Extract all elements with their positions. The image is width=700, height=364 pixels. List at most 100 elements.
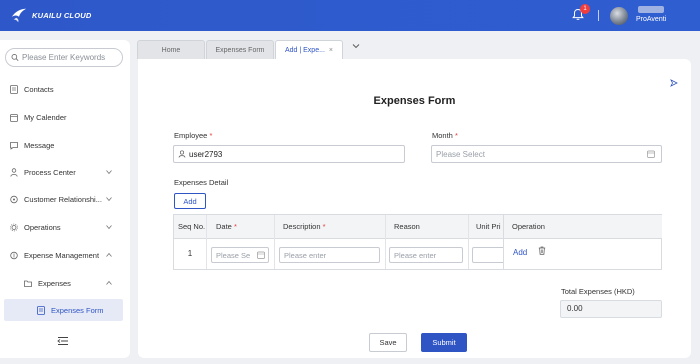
- brand-logo[interactable]: KUAILU CLOUD: [10, 6, 91, 24]
- expenses-detail-label: Expenses Detail: [174, 178, 229, 187]
- sidebar-item-label: Expense Management: [24, 250, 100, 260]
- header-description: Description *: [283, 215, 326, 239]
- sidebar: Contacts My Calender Message Process Cen…: [0, 40, 130, 358]
- month-placeholder: Please Select: [436, 149, 485, 159]
- top-bar: KUAILU CLOUD 1 ProAventi: [0, 0, 700, 31]
- unit-price-input[interactable]: [472, 247, 506, 263]
- employee-field[interactable]: user2793: [173, 145, 405, 163]
- tab-label: Add | Expe...: [284, 46, 325, 54]
- avatar[interactable]: [610, 7, 628, 25]
- sidebar-item-process-center[interactable]: Process Center: [0, 162, 130, 182]
- chevron-down-icon: [106, 197, 112, 202]
- calendar-icon: [257, 251, 265, 259]
- row-seq: 1: [187, 249, 193, 258]
- search-icon: [11, 54, 19, 61]
- sidebar-item-expense-management[interactable]: Expense Management: [0, 245, 130, 265]
- row-add-link[interactable]: Add: [513, 248, 527, 257]
- save-button[interactable]: Save: [369, 333, 407, 352]
- sidebar-item-customer-relationship[interactable]: Customer Relationshi...: [0, 189, 130, 209]
- user-icon: [178, 150, 186, 158]
- process-icon: [10, 167, 18, 177]
- employee-value: user2793: [189, 149, 223, 159]
- contacts-icon: [10, 84, 18, 94]
- tab-expenses-form[interactable]: Expenses Form: [206, 40, 274, 59]
- sidebar-item-label: Expenses: [38, 278, 71, 288]
- sidebar-item-operations[interactable]: Operations: [0, 217, 130, 237]
- sidebar-item-label: Operations: [24, 222, 61, 232]
- tab-home[interactable]: Home: [137, 40, 205, 59]
- month-label: Month *: [432, 131, 458, 140]
- header-date: Date *: [216, 215, 237, 239]
- collapse-menu-icon[interactable]: [57, 336, 69, 346]
- column-divider: [385, 215, 386, 269]
- tab-label: Home: [161, 46, 181, 54]
- header-date-text: Date: [216, 222, 232, 231]
- logo-bird-icon: [11, 8, 27, 23]
- month-label-text: Month: [432, 131, 453, 140]
- sidebar-item-my-calender[interactable]: My Calender: [0, 107, 130, 127]
- total-expenses-label: Total Expenses (HKD): [561, 287, 635, 296]
- page-title: Expenses Form: [373, 95, 456, 107]
- customer-icon: [10, 195, 18, 203]
- reason-input[interactable]: Please enter: [389, 247, 463, 263]
- submit-button[interactable]: Submit: [421, 333, 467, 352]
- sidebar-item-contacts[interactable]: Contacts: [0, 79, 130, 99]
- month-select[interactable]: Please Select: [431, 145, 662, 163]
- chevron-down-icon[interactable]: [352, 42, 360, 50]
- add-row-button[interactable]: Add: [174, 193, 206, 209]
- header-operation: Operation: [504, 215, 662, 239]
- column-divider: [468, 215, 469, 269]
- notification-button[interactable]: 1: [572, 4, 590, 22]
- required-mark: *: [209, 131, 213, 140]
- header-divider: [598, 10, 599, 21]
- expense-icon: [10, 251, 18, 259]
- required-mark: *: [454, 131, 458, 140]
- chevron-down-icon: [106, 225, 112, 230]
- sidebar-item-expenses[interactable]: Expenses: [0, 273, 130, 293]
- operation-column: Operation Add: [503, 215, 662, 269]
- chevron-down-icon: [106, 170, 112, 175]
- sidebar-item-expenses-form[interactable]: Expenses Form: [4, 299, 123, 321]
- chevron-up-icon: [106, 280, 112, 285]
- sidebar-item-label: Message: [24, 140, 55, 150]
- close-icon[interactable]: ×: [329, 47, 333, 54]
- notification-badge: 1: [580, 4, 590, 14]
- tab-add-expenses[interactable]: Add | Expe... ×: [275, 40, 343, 59]
- chevron-up-icon: [106, 252, 112, 257]
- calendar-icon: [10, 113, 18, 122]
- sidebar-item-label: Contacts: [24, 84, 54, 94]
- total-expenses-value: 0.00: [560, 300, 662, 318]
- form-icon: [37, 305, 45, 315]
- sidebar-search[interactable]: [5, 48, 123, 67]
- tab-label: Expenses Form: [215, 46, 265, 54]
- employee-label: Employee *: [174, 131, 212, 140]
- header-description-text: Description: [283, 222, 321, 231]
- search-input[interactable]: [22, 53, 122, 62]
- required-mark: *: [322, 222, 326, 231]
- date-input[interactable]: Please Se: [211, 247, 269, 263]
- send-icon[interactable]: [670, 79, 678, 87]
- sidebar-item-label: Process Center: [24, 167, 76, 177]
- trash-icon[interactable]: [538, 246, 546, 255]
- header-seq: Seq No.: [178, 222, 206, 231]
- description-input[interactable]: Please enter: [279, 247, 380, 263]
- header-unit-price: Unit Pri: [476, 222, 501, 231]
- folder-icon: [24, 280, 32, 287]
- sidebar-item-message[interactable]: Message: [0, 135, 130, 155]
- header-reason: Reason: [394, 222, 420, 231]
- message-icon: [10, 141, 18, 150]
- form-panel: Expenses Form Employee * user2793 Month …: [138, 59, 691, 358]
- sidebar-item-label: My Calender: [24, 112, 67, 122]
- required-mark: *: [233, 222, 237, 231]
- calendar-icon: [647, 150, 655, 158]
- username-redacted: [638, 6, 664, 13]
- column-divider: [206, 215, 207, 269]
- sidebar-item-label: Customer Relationshi...: [24, 194, 102, 204]
- date-placeholder: Please Se: [216, 250, 251, 260]
- company-name[interactable]: ProAventi: [636, 16, 666, 23]
- expense-detail-table: Seq No. Date * Description * Reason Unit…: [173, 214, 662, 270]
- column-divider: [274, 215, 275, 269]
- operations-icon: [10, 223, 18, 231]
- brand-name: KUAILU CLOUD: [32, 10, 92, 20]
- employee-label-text: Employee: [174, 131, 208, 140]
